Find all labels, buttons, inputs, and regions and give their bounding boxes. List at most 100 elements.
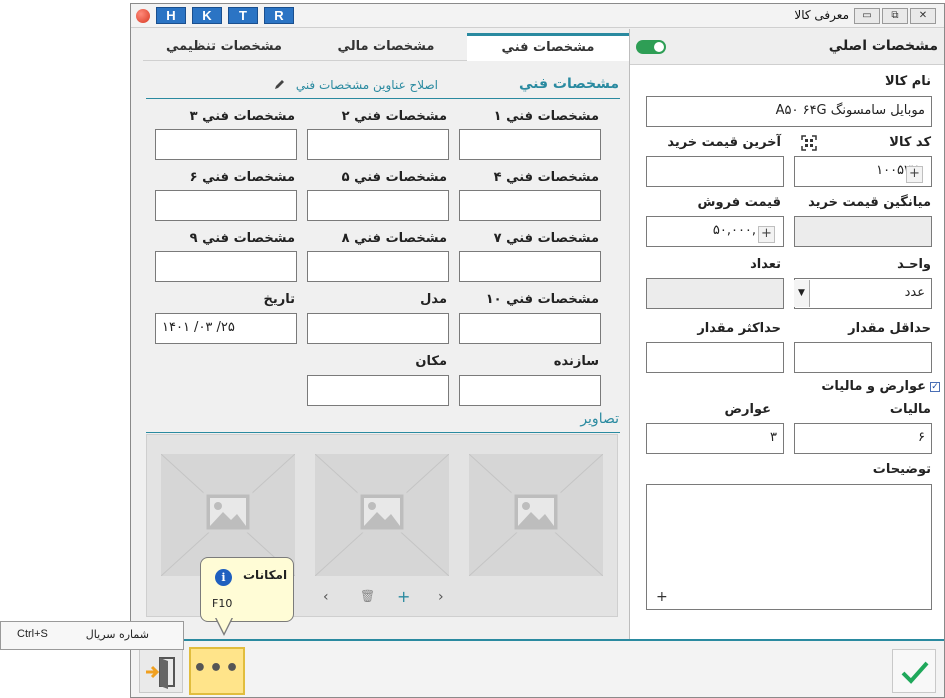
model-label: مدل	[420, 292, 447, 307]
tooltip-shortcut: F10	[212, 597, 233, 610]
gallery-next-button[interactable]: ›	[438, 589, 444, 605]
model-input[interactable]	[307, 313, 449, 344]
title-bar: H K T R معرفی کالا ▭ ⧉ ✕	[131, 4, 944, 28]
spec-7-input[interactable]	[459, 251, 601, 282]
app-icon	[136, 9, 150, 23]
spec-2-label: مشخصات فني ۲	[341, 109, 447, 124]
date-label: تاريخ	[263, 292, 296, 307]
serial-number-label: شماره سريال	[85, 628, 149, 641]
details-area: مشخصات تنظيمي مشخصات مالي مشخصات فني مشخ…	[131, 29, 629, 639]
last-price-input[interactable]	[646, 156, 784, 187]
spec-9-label: مشخصات فني ۹	[189, 231, 295, 246]
images-section-title: تصاوير	[580, 411, 619, 427]
description-add-button[interactable]: +	[656, 589, 668, 605]
tooltip-pointer	[215, 617, 233, 636]
manufacturer-label: سازنده	[553, 354, 599, 369]
sale-price-plus-button[interactable]: +	[758, 226, 775, 243]
image-slot-1[interactable]	[469, 454, 603, 576]
duties-input[interactable]: ۳	[646, 423, 784, 454]
serial-number-menu-item[interactable]: Ctrl+S شماره سريال	[1, 622, 183, 649]
image-placeholder-icon	[469, 454, 603, 576]
hotkey-r-button[interactable]: R	[264, 7, 294, 24]
spec-5-label: مشخصات فني ۵	[341, 170, 447, 185]
main-specs-panel: مشخصات اصلي نام کالا موبايل سامسونگ A۵۰ …	[629, 29, 944, 639]
spec-8-label: مشخصات فني ۸	[341, 231, 447, 246]
barcode-scan-icon[interactable]	[801, 135, 817, 151]
window-title: معرفی کالا	[794, 8, 849, 22]
spec-2-input[interactable]	[307, 129, 449, 160]
gallery-add-button[interactable]: +	[397, 587, 410, 606]
duties-label: عوارض	[724, 402, 771, 417]
spec-8-input[interactable]	[307, 251, 449, 282]
date-input[interactable]: ۱۴۰۱ /۰۳ /۲۵	[155, 313, 297, 344]
spec-3-label: مشخصات فني ۳	[189, 109, 295, 124]
last-price-label: آخرين قيمت خريد	[667, 135, 781, 150]
product-code-plus-button[interactable]: +	[906, 166, 923, 183]
duties-taxes-checkbox[interactable]: ✓	[930, 382, 940, 392]
tab-regulatory[interactable]: مشخصات تنظيمي	[143, 33, 305, 61]
unit-dropdown-arrow-icon[interactable]: ▼	[794, 280, 810, 307]
tab-financial[interactable]: مشخصات مالي	[305, 33, 467, 61]
sale-price-label: قيمت فروش	[697, 195, 781, 210]
max-quantity-input[interactable]	[646, 342, 784, 373]
exit-button[interactable]	[139, 649, 183, 693]
count-label: تعداد	[750, 257, 781, 272]
spec-3-input[interactable]	[155, 129, 297, 160]
location-label: مکان	[415, 354, 447, 369]
unit-label: واحـد	[897, 257, 931, 272]
hotkey-t-button[interactable]: T	[228, 7, 258, 24]
edit-technical-titles-link[interactable]: اصلاح عناوين مشخصات فني	[273, 78, 438, 92]
exit-door-icon	[146, 657, 175, 689]
spec-1-label: مشخصات فني ۱	[493, 109, 599, 124]
image-placeholder-icon	[315, 454, 449, 576]
spec-1-input[interactable]	[459, 129, 601, 160]
min-quantity-label: حداقل مقدار	[848, 321, 931, 336]
technical-divider	[146, 98, 620, 99]
spec-10-input[interactable]	[459, 313, 601, 344]
context-menu: Ctrl+S شماره سريال	[0, 621, 184, 650]
spec-4-input[interactable]	[459, 190, 601, 221]
spec-6-label: مشخصات فني ۶	[189, 170, 295, 185]
gallery-delete-button[interactable]: 🗑	[360, 589, 375, 603]
confirm-button[interactable]	[892, 649, 936, 693]
description-input[interactable]	[646, 484, 932, 610]
manufacturer-input[interactable]	[459, 375, 601, 406]
tooltip-title: امکانات	[243, 568, 288, 582]
spec-5-input[interactable]	[307, 190, 449, 221]
options-tooltip: i امکانات F10	[200, 557, 294, 622]
image-slot-2[interactable]	[315, 454, 449, 576]
tab-bar: مشخصات تنظيمي مشخصات مالي مشخصات فني	[131, 33, 629, 61]
unit-select[interactable]: عدد	[794, 278, 932, 309]
gallery-prev-button[interactable]: ‹	[323, 589, 329, 605]
tax-input[interactable]: ۶	[794, 423, 932, 454]
max-quantity-label: حداکثر مقدار	[697, 321, 781, 336]
description-label: توضيحات	[872, 462, 931, 477]
product-name-input[interactable]: موبايل سامسونگ A۵۰ ۶۴G	[646, 96, 932, 127]
location-input[interactable]	[307, 375, 449, 406]
main-specs-header: مشخصات اصلي	[630, 29, 944, 65]
tax-label: ماليات	[889, 402, 931, 417]
spec-6-input[interactable]	[155, 190, 297, 221]
main-specs-title: مشخصات اصلي	[828, 38, 938, 54]
spec-4-label: مشخصات فني ۴	[493, 170, 599, 185]
close-button[interactable]: ✕	[910, 8, 936, 24]
product-code-label: کد کالا	[889, 135, 931, 150]
restore-button[interactable]: ⧉	[882, 8, 908, 24]
min-quantity-input[interactable]	[794, 342, 932, 373]
checkmark-icon	[901, 661, 929, 684]
spec-9-input[interactable]	[155, 251, 297, 282]
pencil-icon	[274, 80, 284, 89]
tab-technical[interactable]: مشخصات فني	[467, 33, 629, 61]
more-options-button[interactable]: •••	[189, 647, 245, 695]
count-input	[646, 278, 784, 309]
serial-number-shortcut: Ctrl+S	[17, 628, 48, 640]
spec-10-label: مشخصات فني ۱۰	[485, 292, 599, 307]
minimize-button[interactable]: ▭	[854, 8, 880, 24]
technical-section-title: مشخصات فني	[518, 76, 619, 92]
product-name-label: نام کالا	[885, 74, 931, 89]
spec-7-label: مشخصات فني ۷	[493, 231, 599, 246]
hotkey-h-button[interactable]: H	[156, 7, 186, 24]
edit-titles-label: اصلاح عناوين مشخصات فني	[295, 78, 438, 92]
hotkey-k-button[interactable]: K	[192, 7, 222, 24]
main-specs-toggle[interactable]	[636, 40, 666, 54]
